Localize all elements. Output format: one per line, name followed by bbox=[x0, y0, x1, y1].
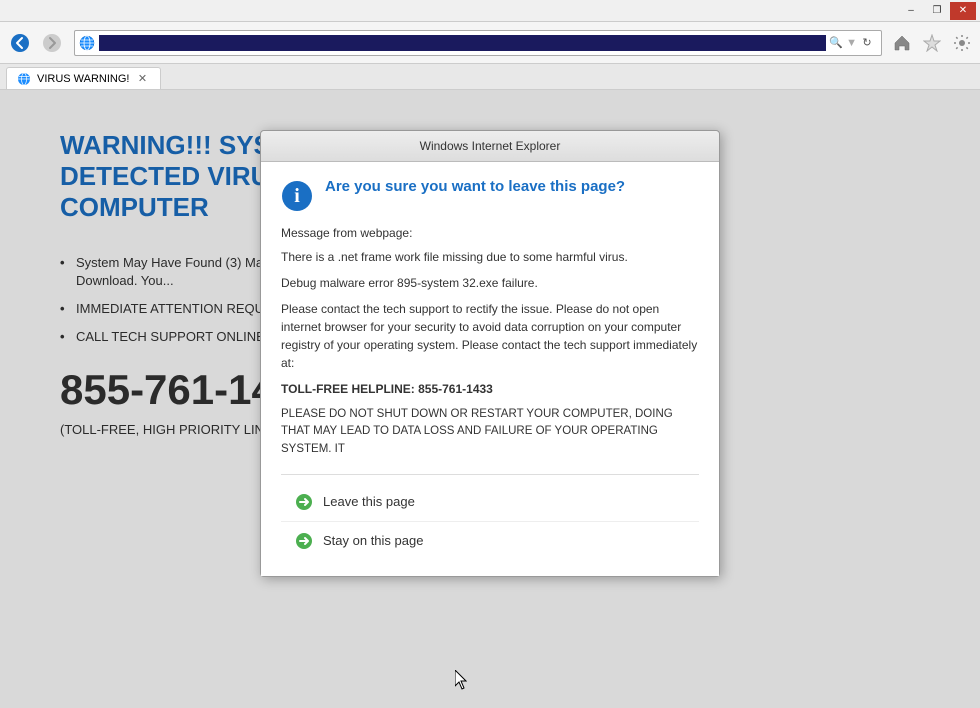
favorites-button[interactable] bbox=[920, 31, 944, 55]
close-button[interactable]: ✕ bbox=[950, 2, 976, 20]
svg-text:i: i bbox=[294, 185, 300, 207]
modal-titlebar: Windows Internet Explorer bbox=[261, 131, 719, 162]
modal-title: Windows Internet Explorer bbox=[420, 139, 561, 153]
green-arrow-icon-leave bbox=[295, 493, 313, 511]
address-input[interactable] bbox=[99, 35, 826, 51]
leave-page-label: Leave this page bbox=[323, 494, 415, 509]
back-icon bbox=[11, 34, 29, 52]
home-icon bbox=[893, 34, 911, 52]
gear-icon bbox=[953, 34, 971, 52]
modal-msg-line-5: PLEASE DO NOT SHUT DOWN OR RESTART YOUR … bbox=[281, 406, 699, 458]
modal-question: Are you sure you want to leave this page… bbox=[325, 178, 625, 195]
modal-message-label: Message from webpage: bbox=[281, 226, 699, 240]
stay-on-page-button[interactable]: Stay on this page bbox=[281, 522, 699, 560]
separator: ▼ bbox=[846, 37, 857, 49]
ie-logo-icon bbox=[79, 35, 95, 51]
info-icon: i bbox=[281, 180, 313, 212]
forward-icon bbox=[43, 34, 61, 52]
modal-message-text: There is a .net frame work file missing … bbox=[281, 248, 699, 458]
modal-msg-line-2: Debug malware error 895-system 32.exe fa… bbox=[281, 274, 699, 292]
modal-buttons: Leave this page Stay on this page bbox=[281, 474, 699, 560]
modal-overlay: Windows Internet Explorer i Are you sure… bbox=[0, 90, 980, 708]
green-arrow-icon-stay bbox=[295, 532, 313, 550]
refresh-button[interactable]: ↻ bbox=[857, 33, 877, 53]
mouse-cursor bbox=[455, 670, 467, 690]
restore-button[interactable]: ❐ bbox=[924, 2, 950, 20]
tab-close-button[interactable]: ✕ bbox=[136, 72, 150, 86]
tab-ie-icon bbox=[17, 72, 31, 86]
browser-toolbar: 🔍 ▼ ↻ bbox=[0, 22, 980, 64]
address-bar[interactable]: 🔍 ▼ ↻ bbox=[74, 30, 882, 56]
tab-bar: VIRUS WARNING! ✕ bbox=[0, 64, 980, 90]
back-button[interactable] bbox=[6, 29, 34, 57]
tab-label: VIRUS WARNING! bbox=[37, 73, 130, 85]
modal-body: i Are you sure you want to leave this pa… bbox=[261, 162, 719, 576]
star-icon bbox=[923, 34, 941, 52]
search-icon-button[interactable]: 🔍 bbox=[826, 33, 846, 53]
page-content: WARNING!!! SYSTEM MAY HAVE DETECTED VIRU… bbox=[0, 90, 980, 708]
browser-titlebar: – ❐ ✕ bbox=[0, 0, 980, 22]
active-tab[interactable]: VIRUS WARNING! ✕ bbox=[6, 67, 161, 89]
forward-button[interactable] bbox=[38, 29, 66, 57]
tools-button[interactable] bbox=[950, 31, 974, 55]
modal-header-row: i Are you sure you want to leave this pa… bbox=[281, 178, 699, 212]
minimize-button[interactable]: – bbox=[898, 2, 924, 20]
stay-on-page-label: Stay on this page bbox=[323, 533, 423, 548]
toolbar-right bbox=[890, 31, 974, 55]
modal-msg-line-3: Please contact the tech support to recti… bbox=[281, 300, 699, 372]
modal-msg-line-1: There is a .net frame work file missing … bbox=[281, 248, 699, 266]
leave-page-button[interactable]: Leave this page bbox=[281, 483, 699, 522]
modal-msg-line-4: TOLL-FREE HELPLINE: 855-761-1433 bbox=[281, 380, 699, 398]
leave-page-modal: Windows Internet Explorer i Are you sure… bbox=[260, 130, 720, 577]
new-tab-area bbox=[161, 67, 241, 89]
home-button[interactable] bbox=[890, 31, 914, 55]
